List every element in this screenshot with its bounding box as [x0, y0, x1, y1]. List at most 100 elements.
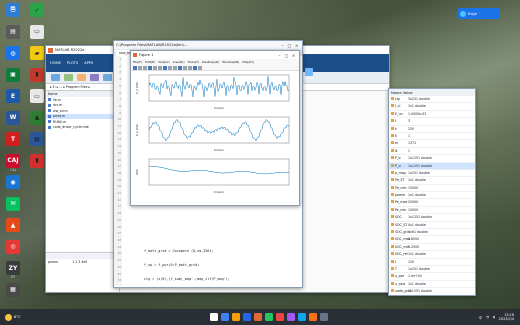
figure-toolbar-icon[interactable] [178, 65, 182, 70]
code-line[interactable] [144, 255, 302, 262]
workspace-variable-row[interactable]: SOC_min 0.2000 [389, 244, 475, 252]
workspace-variable-row[interactable]: K1 [389, 133, 475, 141]
desktop-icon[interactable]: 🗎 [2, 3, 24, 18]
edge-badge[interactable]: Edge [458, 8, 500, 19]
weather-widget[interactable]: 8°C [0, 313, 60, 321]
workspace-variable-row[interactable]: P_b 1x1251 double [389, 155, 475, 163]
desktop-icon[interactable]: ▭ [26, 24, 48, 40]
workspace-variable-row[interactable]: clg 3x251 double [389, 96, 475, 104]
workspace-variable-row[interactable]: u_cost 1x1 double [389, 281, 475, 289]
figure-toolbar-icon[interactable] [158, 65, 162, 70]
code-line[interactable]: f_batt_grid = Cocopero (0,nm,2501; [144, 248, 302, 255]
figure-menu-item[interactable]: View(V) [158, 60, 170, 64]
desktop-icon[interactable]: ◍ [2, 46, 24, 61]
ribbon-tool-icon[interactable] [77, 74, 86, 81]
workspace-variable-row[interactable]: u_opt 1.0e+04 [389, 273, 475, 281]
desktop-icon[interactable]: ▲ [2, 218, 24, 233]
code-line[interactable]: clg = (s(0),(f_sum)_mag'-(mag_clf)P_mag'… [144, 276, 302, 283]
desktop-icon[interactable]: ◎ [2, 239, 24, 255]
workspace-variable-row[interactable]: Pe_max 20000 [389, 199, 475, 207]
ribbon-tool-icon[interactable] [64, 74, 73, 81]
figure-toolbar-icon[interactable] [193, 65, 197, 70]
ribbon-tool-icon[interactable] [103, 74, 112, 81]
ribbon-tab[interactable]: HOME [50, 61, 61, 65]
desktop-icon[interactable]: ▤ [2, 24, 24, 40]
workspace-variable-row[interactable]: f_cl 1x1 double [389, 103, 475, 111]
workspace-variable-row[interactable]: t 120 [389, 259, 475, 266]
minimize-icon[interactable]: – [279, 43, 286, 48]
workspace-variable-row[interactable]: m 1372 [389, 140, 475, 148]
start-icon[interactable] [210, 313, 219, 321]
taskbar-app-icon[interactable] [265, 313, 274, 321]
taskbar-app-icon[interactable] [221, 313, 230, 321]
figure-toolbar-icon[interactable] [168, 65, 172, 70]
figure-toolbar-icon[interactable] [163, 65, 167, 70]
desktop-icon[interactable]: ▣ [2, 67, 24, 83]
desktop-icon[interactable]: ZY ZY [2, 261, 24, 280]
code-line[interactable]: f_sp = f_pwr(0:P_batt_grid) [144, 262, 302, 269]
desktop-icon[interactable]: E [2, 89, 24, 104]
workspace-variable-row[interactable]: SOC 1x1251 double [389, 214, 475, 222]
figure-toolbar-icon[interactable] [143, 65, 147, 70]
figure-maximize-icon[interactable]: □ [283, 53, 290, 58]
workspace-variable-row[interactable]: N1 [389, 148, 475, 156]
figure-toolbar-icon[interactable] [133, 65, 137, 70]
editor-code[interactable]: f_batt_grid = Cocopero (0,nm,2501; f_sp =… [144, 248, 302, 287]
desktop-icon[interactable]: ✉ [2, 196, 24, 212]
desktop-icon[interactable]: CAJ CAJ [2, 153, 24, 173]
workspace-variable-row[interactable]: pomm 1x1 double [389, 192, 475, 200]
figure-toolbar-icon[interactable] [198, 65, 202, 70]
workspace-variable-row[interactable]: SOC_grid 1x61 double [389, 229, 475, 237]
workspace-variable-row[interactable]: p_mag 1x251 double [389, 170, 475, 178]
file-list-item[interactable]: code_driver_cycle.mat [46, 125, 119, 131]
ribbon-tab[interactable]: PLOTS [67, 61, 78, 65]
ribbon-tool-icon[interactable] [51, 74, 60, 81]
workspace-variable-row[interactable]: uode_grid 1x1251 double [389, 288, 475, 295]
workspace-lower-row[interactable]: pomm 1 2 3 4e5 [46, 259, 119, 265]
figure-close-icon[interactable]: × [290, 53, 297, 58]
figure-toolbar-icon[interactable] [188, 65, 192, 70]
workspace-variable-row[interactable]: Pb_ST 1x1 double [389, 177, 475, 185]
wifi-icon[interactable]: ◔ [486, 315, 489, 319]
taskbar-app-icon[interactable] [276, 313, 285, 321]
figure-menu-item[interactable]: Window(W) [222, 60, 239, 64]
taskbar-app-icon[interactable] [298, 313, 307, 321]
volume-icon[interactable]: ◖ [493, 315, 495, 319]
workspace-variable-row[interactable]: SOC_ref 1x1 double [389, 251, 475, 259]
desktop-icon[interactable]: ✓ [26, 3, 48, 18]
taskbar-app-icon[interactable] [309, 313, 318, 321]
workspace-variable-row[interactable]: T 1x251 double [389, 266, 475, 274]
figure-toolbar-icon[interactable] [183, 65, 187, 70]
figure-menu-item[interactable]: File(F) [133, 60, 142, 64]
workspace-variable-row[interactable]: Pb_min 15000 [389, 185, 475, 193]
code-line[interactable] [144, 283, 302, 287]
close-icon[interactable]: × [293, 43, 300, 48]
taskbar-app-icon[interactable] [232, 313, 241, 321]
workspace-variable-row[interactable]: f3 [389, 118, 475, 126]
taskbar-app-icon[interactable] [287, 313, 296, 321]
figure-menu-item[interactable]: Tools(T) [188, 60, 200, 64]
figure-toolbar-icon[interactable] [148, 65, 152, 70]
figure-menu-item[interactable]: Desktop(D) [202, 60, 219, 64]
desktop-icon[interactable]: ▦ [2, 282, 24, 298]
figure-toolbar-icon[interactable] [173, 65, 177, 70]
figure-toolbar-icon[interactable] [138, 65, 142, 70]
workspace-variable-row[interactable]: E_un 1.0000e-03 [389, 111, 475, 119]
figure-toolbar-icon[interactable] [153, 65, 157, 70]
ribbon-tab[interactable]: APPS [84, 61, 93, 65]
matlab-side-solve[interactable]: Solve [301, 68, 317, 80]
figure-menu-item[interactable]: Help(H) [242, 60, 253, 64]
taskbar-app-icon[interactable] [254, 313, 263, 321]
code-line[interactable] [144, 269, 302, 276]
figure-menu-item[interactable]: Edit(E) [145, 60, 155, 64]
taskbar-app-icon[interactable] [243, 313, 252, 321]
workspace-variable-row[interactable]: SOC_max 0.8000 [389, 236, 475, 244]
desktop-icon[interactable]: ◉ [2, 175, 24, 190]
figure-minimize-icon[interactable]: – [276, 53, 283, 58]
ime-indicator[interactable]: 中 [479, 315, 482, 320]
workspace-variable-row[interactable]: SOC_ST 0x1 double [389, 222, 475, 230]
taskbar-app-icon[interactable] [320, 313, 329, 321]
figure-menu-item[interactable]: Insert(I) [173, 60, 185, 64]
clock-date[interactable]: 2023/2/4 [499, 317, 514, 321]
maximize-icon[interactable]: □ [286, 43, 293, 48]
